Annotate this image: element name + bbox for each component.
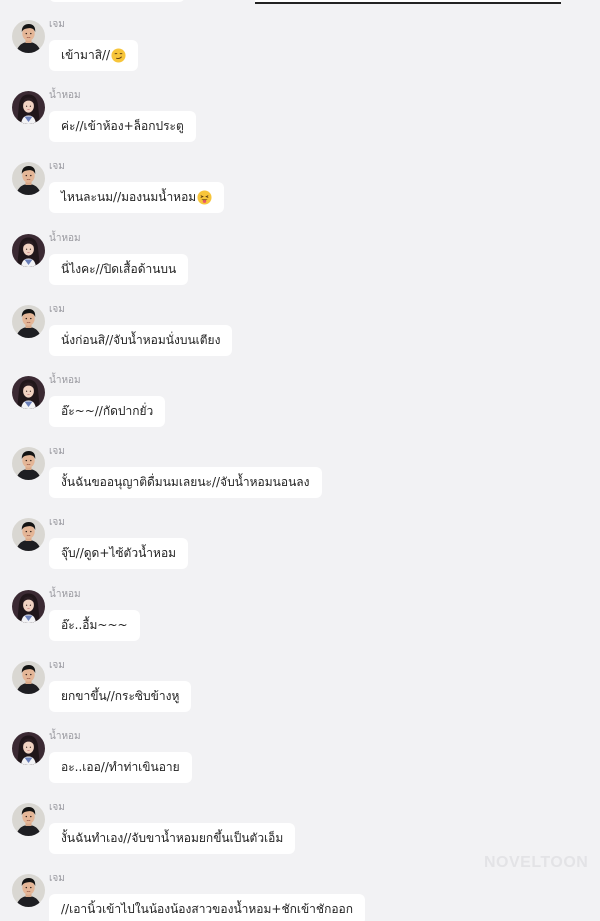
sender-name: เจม xyxy=(49,873,65,884)
message-bubble[interactable]: อ๊ะ..อื้ม~~~ xyxy=(49,610,140,641)
previous-message-bubble xyxy=(49,0,185,2)
message-row: เจมเข้ามาสิ// xyxy=(0,19,600,91)
message-bubble[interactable]: อะ..เออ//ทำท่าเขินอาย xyxy=(49,752,192,783)
male-avatar[interactable] xyxy=(12,874,45,907)
smirk-face-icon xyxy=(111,48,126,63)
female-avatar[interactable] xyxy=(12,376,45,409)
message-row: เจมไหนละนม//มองนมน้ำหอม xyxy=(0,161,600,233)
previous-image-message[interactable] xyxy=(255,0,561,4)
message-row: น้ำหอมนี่ไงคะ//ปิดเสื้อด้านบน xyxy=(0,233,600,305)
sender-name: เจม xyxy=(49,446,65,457)
message-row: น้ำหอมค่ะ//เข้าห้อง+ล็อกประตู xyxy=(0,90,600,162)
message-bubble[interactable]: นั่งก่อนสิ//จับน้ำหอมนั่งบนเตียง xyxy=(49,325,233,356)
sender-name: น้ำหอม xyxy=(49,589,81,600)
message-text: นั่งก่อนสิ//จับน้ำหอมนั่งบนเตียง xyxy=(61,333,221,347)
female-avatar[interactable] xyxy=(12,91,45,124)
message-bubble[interactable]: ยกขาขึ้น//กระซิบข้างหู xyxy=(49,681,192,712)
message-text: นี่ไงคะ//ปิดเสื้อด้านบน xyxy=(61,262,177,276)
male-avatar[interactable] xyxy=(12,305,45,338)
tongue-face-icon xyxy=(197,190,212,205)
message-row: น้ำหอมอ๊ะ..อื้ม~~~ xyxy=(0,589,600,661)
message-row: เจมงั้นฉันขออนุญาติดื่มนมเลยนะ//จับน้ำหอ… xyxy=(0,446,600,518)
female-avatar[interactable] xyxy=(12,234,45,267)
male-avatar[interactable] xyxy=(12,518,45,551)
message-bubble[interactable]: งั้นฉันทำเอง//จับขาน้ำหอมยกขึ้นเป็นตัวเอ… xyxy=(49,823,296,854)
message-bubble[interactable]: ไหนละนม//มองนมน้ำหอม xyxy=(49,182,225,213)
message-bubble[interactable]: อ๊ะ~~//กัดปากยั่ว xyxy=(49,396,166,427)
male-avatar[interactable] xyxy=(12,803,45,836)
message-text: เข้ามาสิ// xyxy=(61,48,111,62)
sender-name: เจม xyxy=(49,304,65,315)
message-text: งั้นฉันขออนุญาติดื่มนมเลยนะ//จับน้ำหอมนอ… xyxy=(61,475,310,489)
sender-name: เจม xyxy=(49,517,65,528)
male-avatar[interactable] xyxy=(12,162,45,195)
male-avatar[interactable] xyxy=(12,447,45,480)
message-row: เจมนั่งก่อนสิ//จับน้ำหอมนั่งบนเตียง xyxy=(0,304,600,376)
sender-name: น้ำหอม xyxy=(49,731,81,742)
female-avatar[interactable] xyxy=(12,590,45,623)
message-text: อ๊ะ..อื้ม~~~ xyxy=(61,618,128,632)
message-text: ค่ะ//เข้าห้อง+ล็อกประตู xyxy=(61,119,184,133)
sender-name: เจม xyxy=(49,19,65,30)
sender-name: น้ำหอม xyxy=(49,375,81,386)
sender-name: น้ำหอม xyxy=(49,233,81,244)
message-text: จุ๊บ//ดูด+ไซ้ตัวน้ำหอม xyxy=(61,546,177,560)
sender-name: น้ำหอม xyxy=(49,90,81,101)
message-row: เจม //เอานิ้วเข้าไปในน้องน้องสาวของน้ำหอม… xyxy=(0,873,600,921)
noveltoon-watermark: NOVELTOON xyxy=(484,854,589,871)
message-text: //เอานิ้วเข้าไปในน้องน้องสาวของน้ำหอม+ชั… xyxy=(61,902,354,916)
male-avatar[interactable] xyxy=(12,20,45,53)
message-row: เจมยกขาขึ้น//กระซิบข้างหู xyxy=(0,660,600,732)
message-bubble[interactable]: เข้ามาสิ// xyxy=(49,40,139,71)
message-text: ยกขาขึ้น//กระซิบข้างหู xyxy=(61,689,180,703)
message-bubble[interactable]: ค่ะ//เข้าห้อง+ล็อกประตู xyxy=(49,111,196,142)
sender-name: เจม xyxy=(49,660,65,671)
sender-name: เจม xyxy=(49,161,65,172)
sender-name: เจม xyxy=(49,802,65,813)
message-text: ไหนละนม//มองนมน้ำหอม xyxy=(61,190,197,204)
message-row: น้ำหอมอะ..เออ//ทำท่าเขินอาย xyxy=(0,731,600,803)
female-avatar[interactable] xyxy=(12,732,45,765)
message-bubble[interactable]: //เอานิ้วเข้าไปในน้องน้องสาวของน้ำหอม+ชั… xyxy=(49,894,366,921)
message-text: อ๊ะ~~//กัดปากยั่ว xyxy=(61,404,154,418)
message-row: เจมจุ๊บ//ดูด+ไซ้ตัวน้ำหอม xyxy=(0,517,600,589)
message-text: งั้นฉันทำเอง//จับขาน้ำหอมยกขึ้นเป็นตัวเอ… xyxy=(61,831,284,845)
message-bubble[interactable]: จุ๊บ//ดูด+ไซ้ตัวน้ำหอม xyxy=(49,538,189,569)
message-text: อะ..เออ//ทำท่าเขินอาย xyxy=(61,760,180,774)
message-row: น้ำหอมอ๊ะ~~//กัดปากยั่ว xyxy=(0,375,600,447)
message-bubble[interactable]: งั้นฉันขออนุญาติดื่มนมเลยนะ//จับน้ำหอมนอ… xyxy=(49,467,322,498)
chat-screen: เจม เข้ามาสิ// น้ำหอม ค่ะ//เข้าห้อง+ล็อกปร… xyxy=(0,0,600,921)
male-avatar[interactable] xyxy=(12,661,45,694)
message-bubble[interactable]: นี่ไงคะ//ปิดเสื้อด้านบน xyxy=(49,254,189,285)
